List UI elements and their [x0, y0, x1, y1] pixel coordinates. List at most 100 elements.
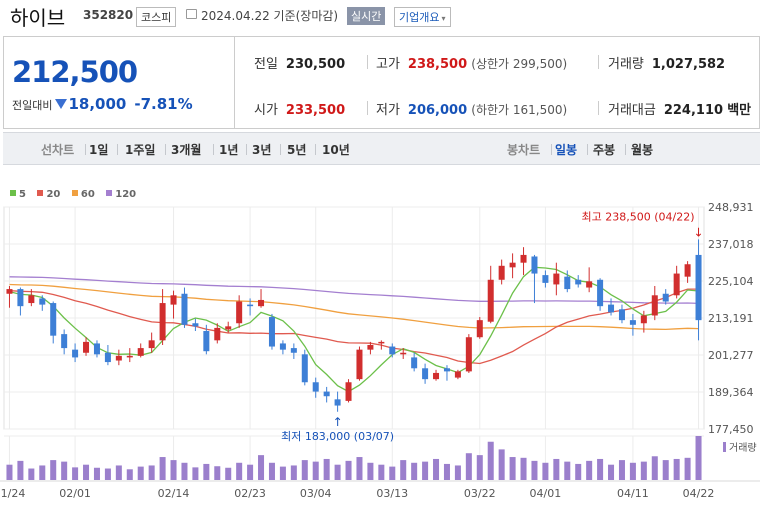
volume-bar	[126, 469, 133, 480]
volume-bar	[553, 458, 560, 480]
realtime-button[interactable]: 실시간	[347, 7, 386, 25]
x-tick-label: 04/01	[530, 487, 562, 500]
candle-body	[498, 265, 505, 280]
company-overview-label: 기업개요	[399, 11, 440, 24]
volume-bar	[203, 463, 210, 480]
tab-monthly[interactable]: 월봉	[631, 141, 653, 158]
quote-volume: 거래량 1,027,582	[608, 53, 725, 72]
divider	[246, 144, 247, 155]
candle-body	[345, 382, 352, 401]
change-label: 전일대비	[12, 99, 53, 112]
volume-bar	[225, 467, 232, 480]
tab-1w[interactable]: 1주일	[125, 141, 155, 158]
quote-value: 224,110	[663, 103, 724, 118]
candle-body	[148, 340, 155, 349]
price-change: 전일대비 18,000 -7.81%	[12, 95, 193, 113]
quote-high: 고가 238,500 (상한가 299,500)	[376, 53, 567, 72]
candle-body	[170, 295, 177, 305]
candle-body	[564, 276, 571, 290]
x-tick-label: 03/13	[376, 487, 408, 500]
candle-body	[279, 343, 286, 350]
candle-body	[476, 320, 483, 338]
down-triangle-icon	[55, 99, 68, 109]
volume-bar	[695, 436, 702, 480]
tab-3y[interactable]: 3년	[252, 141, 271, 158]
candle-body	[104, 352, 111, 363]
volume-bar	[411, 462, 418, 480]
candle-body	[608, 304, 615, 313]
chevron-down-icon: ▾	[441, 14, 446, 23]
divider	[367, 101, 368, 115]
tab-3m[interactable]: 3개월	[171, 141, 201, 158]
quote-prev-close: 전일 230,500	[254, 53, 345, 72]
volume-bar	[520, 457, 527, 480]
tab-weekly[interactable]: 주봉	[593, 141, 615, 158]
divider	[625, 144, 626, 155]
quote-value: 233,500	[285, 103, 346, 118]
tab-10y[interactable]: 10년	[322, 141, 350, 158]
volume-bar	[268, 462, 275, 480]
stock-name: 하이브	[10, 6, 66, 30]
candle-body	[334, 399, 341, 406]
high-arrow-icon: ↓	[694, 225, 704, 239]
quote-panel: 212,500 전일대비 18,000 -7.81% 전일 230,500 고가 238…	[3, 36, 760, 129]
line-chart-label[interactable]: 선차트	[41, 141, 74, 158]
quote-open: 시가 233,500	[254, 99, 345, 118]
volume-bar	[498, 449, 505, 480]
volume-bar	[50, 460, 57, 480]
candle-body	[323, 391, 330, 397]
candle-body	[39, 298, 46, 305]
volume-bar	[83, 464, 90, 480]
candle-body	[520, 254, 527, 263]
x-tick-label: 02/14	[158, 487, 190, 500]
y-tick-label: 213,191	[708, 312, 754, 325]
chart-tab-bar: 선차트 1일 1주일 3개월 1년 3년 5년 10년 봉차트 일봉 주봉 월봉	[3, 132, 760, 165]
candle-body	[225, 326, 232, 330]
ma5-line	[9, 266, 699, 393]
volume-bar	[6, 464, 13, 480]
volume-bar	[236, 462, 243, 480]
low-arrow-icon: ↑	[333, 415, 343, 429]
change-percent: -7.81%	[134, 95, 193, 113]
tab-1d[interactable]: 1일	[89, 141, 108, 158]
tab-5y[interactable]: 5년	[287, 141, 306, 158]
quote-label: 시가	[254, 103, 278, 118]
divider	[315, 144, 316, 155]
volume-bar	[422, 461, 429, 480]
volume-legend-label: 거래량	[729, 442, 757, 454]
tab-1y[interactable]: 1년	[219, 141, 238, 158]
current-price: 212,500	[12, 55, 138, 89]
volume-bar	[389, 466, 396, 480]
candle-body	[509, 262, 516, 268]
quote-label: 거래대금	[608, 103, 656, 118]
candle-body	[301, 354, 308, 383]
volume-bar	[93, 467, 100, 480]
candle-body	[640, 315, 647, 324]
candle-body	[50, 303, 57, 336]
divider	[587, 144, 588, 155]
volume-bar	[148, 465, 155, 480]
volume-bar	[104, 468, 111, 480]
volume-legend-swatch	[723, 442, 726, 452]
x-tick-label: 02/23	[234, 487, 266, 500]
quote-label: 저가	[376, 103, 400, 118]
candle-body	[137, 348, 144, 356]
candle-chart-label[interactable]: 봉차트	[507, 141, 540, 158]
tab-daily[interactable]: 일봉	[555, 141, 577, 158]
candle-body	[443, 368, 450, 372]
x-tick-label: 04/22	[683, 487, 715, 500]
candlestick-chart[interactable]: 248,931 237,018 225,104 213,191 201,277 189,3…	[0, 196, 760, 510]
y-tick-label: 225,104	[708, 275, 754, 288]
candle-body	[192, 323, 199, 327]
candle-body	[454, 371, 461, 378]
volume-bar	[312, 461, 319, 480]
volume-bar	[258, 455, 265, 480]
company-overview-dropdown[interactable]: 기업개요 ▾	[394, 7, 451, 27]
candle-body	[356, 349, 363, 380]
volume-bar	[487, 441, 494, 480]
volume-bar	[476, 455, 483, 480]
volume-bar	[61, 461, 68, 480]
divider	[85, 144, 86, 155]
volume-bar	[597, 458, 604, 480]
high-annotation: 최고 238,500 (04/22)	[582, 210, 695, 223]
